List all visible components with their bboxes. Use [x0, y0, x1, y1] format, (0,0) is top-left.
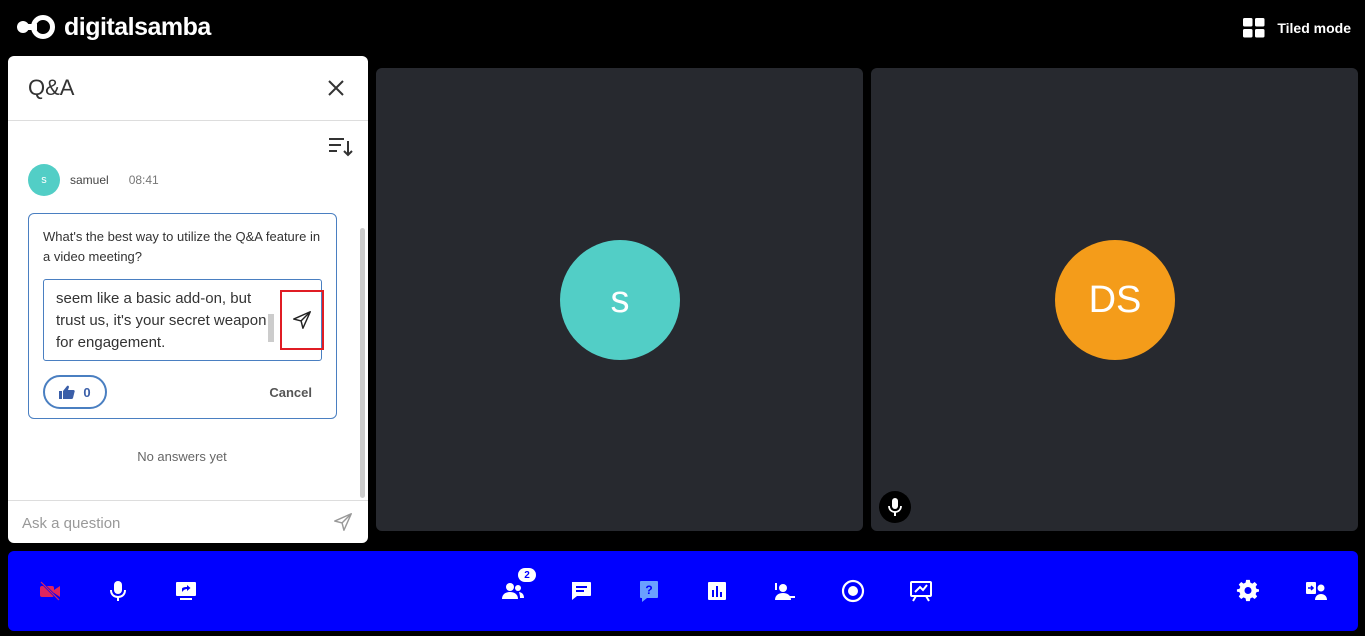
svg-text:?: ? — [645, 583, 652, 597]
thumbs-up-icon — [59, 385, 76, 399]
screen-share-button[interactable] — [169, 574, 203, 608]
send-answer-button[interactable] — [280, 290, 324, 350]
qa-button[interactable]: ? — [632, 574, 666, 608]
record-button[interactable] — [836, 574, 870, 608]
question-card: What's the best way to utilize the Q&A f… — [28, 213, 337, 419]
switch-user-icon — [1306, 582, 1327, 600]
settings-button[interactable] — [1231, 574, 1265, 608]
gear-icon — [1236, 579, 1259, 602]
user-management-icon — [775, 583, 795, 600]
participants-button[interactable]: 2 — [496, 568, 536, 608]
avatar: s — [28, 164, 60, 196]
whiteboard-icon — [910, 581, 932, 602]
participant-avatar: DS — [1055, 240, 1175, 360]
microphone-toggle-button[interactable] — [101, 574, 135, 608]
qa-icon: ? — [640, 581, 658, 602]
like-count: 0 — [83, 384, 91, 400]
whiteboard-button[interactable] — [904, 574, 938, 608]
screen-share-icon — [176, 582, 196, 600]
sort-icon[interactable] — [328, 136, 354, 158]
no-answers-text: No answers yet — [137, 449, 227, 464]
cancel-button[interactable]: Cancel — [269, 385, 312, 400]
video-tile-samuel[interactable]: s — [376, 68, 863, 531]
grid-icon — [1243, 18, 1265, 38]
qa-panel: Q&A s samuel 08:41 What's the best way t… — [8, 56, 368, 543]
tiled-mode-button[interactable]: Tiled mode — [1243, 18, 1351, 38]
participants-icon — [502, 583, 524, 599]
chat-icon — [572, 582, 591, 600]
chat-button[interactable] — [564, 574, 598, 608]
qa-header: Q&A — [8, 56, 368, 121]
video-tile-ds[interactable]: DS — [871, 68, 1358, 531]
microphone-icon — [110, 581, 126, 601]
qa-body: s samuel 08:41 What's the best way to ut… — [8, 122, 368, 500]
ask-question-bar — [8, 500, 368, 543]
microphone-icon — [888, 498, 902, 516]
author-name: samuel — [70, 173, 109, 187]
brand-logo: digitalsamba — [16, 12, 211, 42]
polls-button[interactable] — [700, 574, 734, 608]
send-question-icon[interactable] — [332, 511, 354, 533]
send-icon — [293, 311, 311, 329]
close-icon — [328, 80, 344, 96]
bottom-toolbar: 2 ? — [8, 551, 1358, 631]
app: digitalsamba Tiled mode Q&A s samuel 08:… — [0, 0, 1365, 636]
camera-off-icon — [40, 581, 60, 601]
question-author: s samuel 08:41 — [28, 164, 159, 196]
ask-question-input[interactable] — [22, 511, 322, 535]
answer-scrollbar[interactable] — [268, 314, 274, 342]
mic-status — [879, 491, 911, 523]
qa-title: Q&A — [28, 75, 75, 100]
qa-scrollbar[interactable] — [359, 168, 366, 500]
close-button[interactable] — [324, 76, 348, 100]
camera-toggle-button[interactable] — [33, 574, 67, 608]
qa-scroll-thumb[interactable] — [360, 228, 365, 498]
user-management-button[interactable] — [768, 574, 802, 608]
poll-chart-icon — [708, 582, 726, 600]
answer-text[interactable]: seem like a basic add-on, but trust us, … — [56, 288, 271, 354]
participant-avatar: s — [560, 240, 680, 360]
digitalsamba-logo-icon — [17, 15, 55, 39]
answer-input[interactable]: seem like a basic add-on, but trust us, … — [43, 279, 324, 361]
question-time: 08:41 — [128, 173, 159, 187]
logo-text: digitalsamba — [64, 12, 211, 41]
like-button[interactable]: 0 — [43, 375, 107, 409]
question-text: What's the best way to utilize the Q&A f… — [43, 229, 321, 264]
record-icon — [841, 579, 865, 603]
tiled-mode-label: Tiled mode — [1277, 20, 1351, 36]
switch-layout-button[interactable] — [1299, 574, 1333, 608]
participants-count-badge: 2 — [518, 568, 536, 582]
